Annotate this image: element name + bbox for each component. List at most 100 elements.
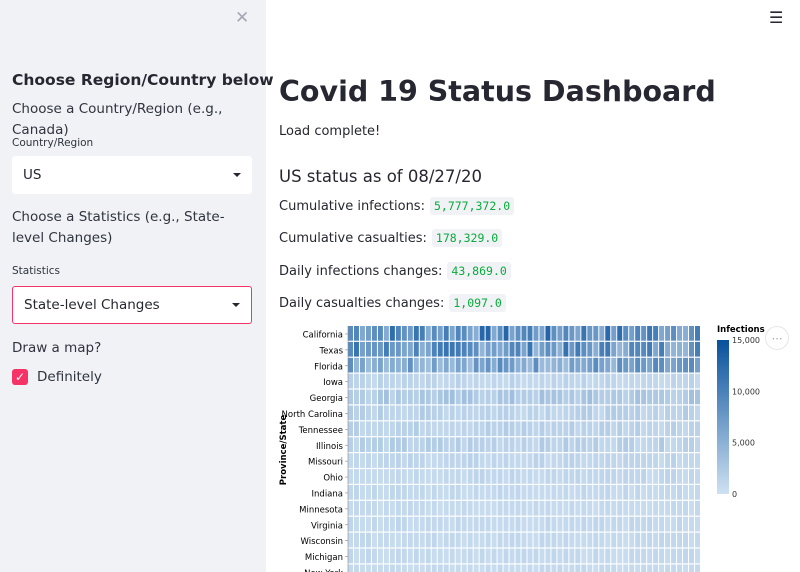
heatmap-cell <box>647 326 653 341</box>
heatmap-cell <box>563 326 569 341</box>
heatmap-cell <box>449 516 455 532</box>
heatmap-cell <box>491 532 497 548</box>
heatmap-cell <box>557 437 563 452</box>
heatmap-cell <box>641 341 647 357</box>
heatmap-cell <box>419 421 425 437</box>
heatmap-cell <box>515 373 521 389</box>
heatmap-cell <box>359 453 365 468</box>
heatmap-cell <box>371 485 377 500</box>
heatmap-cell <box>563 469 569 484</box>
heatmap-cell <box>437 500 443 516</box>
heatmap-cell <box>623 405 629 421</box>
heatmap-cell <box>359 341 365 357</box>
heatmap-cell <box>689 405 695 421</box>
heatmap-cell <box>383 532 389 548</box>
heatmap-cell <box>641 326 647 341</box>
heatmap-cell <box>671 516 677 532</box>
heatmap-cell <box>348 564 353 572</box>
heatmap-cell <box>623 469 629 484</box>
heatmap-cell <box>473 548 479 564</box>
heatmap-cell <box>599 405 605 421</box>
heatmap-cell <box>437 437 443 452</box>
map-checkbox-row[interactable]: ✓ Definitely <box>12 369 102 385</box>
heatmap-cell <box>383 405 389 421</box>
heatmap-cell <box>401 389 407 405</box>
heatmap-cell <box>617 500 623 516</box>
heatmap-cell <box>383 326 389 341</box>
heatmap-cell <box>419 548 425 564</box>
heatmap-cell <box>383 453 389 468</box>
heatmap-cell <box>671 485 677 500</box>
heatmap-cell <box>605 516 611 532</box>
heatmap-cell <box>545 405 551 421</box>
stats-select[interactable]: State-level Changes <box>12 286 252 324</box>
heatmap-cell <box>431 485 437 500</box>
country-select[interactable]: US <box>12 156 252 194</box>
heatmap-cell <box>671 389 677 405</box>
close-icon[interactable]: ✕ <box>235 8 249 28</box>
heatmap-cell <box>545 500 551 516</box>
heatmap-cell <box>515 389 521 405</box>
heatmap-cell <box>389 373 395 389</box>
more-options-icon[interactable]: ⋯ <box>765 326 789 350</box>
heatmap-cell <box>521 421 527 437</box>
heatmap-cell <box>599 548 605 564</box>
heatmap-cell <box>353 373 359 389</box>
heatmap-cell <box>359 485 365 500</box>
heatmap-cell <box>539 469 545 484</box>
heatmap-cell <box>587 405 593 421</box>
heatmap-cell <box>677 326 683 341</box>
heatmap-cell <box>677 500 683 516</box>
heatmap-cell <box>485 373 491 389</box>
heatmap-cell <box>473 421 479 437</box>
heatmap-cell <box>611 469 617 484</box>
checkbox-checked-icon[interactable]: ✓ <box>12 369 28 385</box>
heatmap-cell <box>401 326 407 341</box>
heatmap-cell <box>695 485 700 500</box>
heatmap-cell <box>689 389 695 405</box>
heatmap-cell <box>497 516 503 532</box>
heatmap-cell <box>401 341 407 357</box>
heatmap-cell <box>461 373 467 389</box>
heatmap-cell <box>449 421 455 437</box>
heatmap-cell <box>497 469 503 484</box>
heatmap-cell <box>683 405 689 421</box>
chevron-down-icon <box>232 303 240 307</box>
heatmap-cell <box>509 373 515 389</box>
heatmap-cell <box>581 373 587 389</box>
heatmap-cell <box>665 485 671 500</box>
heatmap-cell <box>353 326 359 341</box>
heatmap-cell <box>413 564 419 572</box>
heatmap-cell <box>545 532 551 548</box>
heatmap-cell <box>455 326 461 341</box>
heatmap-cell <box>389 437 395 452</box>
heatmap-cell <box>641 357 647 373</box>
heatmap-cell <box>473 357 479 373</box>
heatmap-cell <box>401 357 407 373</box>
heatmap-cell <box>695 437 700 452</box>
heatmap-cell <box>563 357 569 373</box>
heatmap-cell <box>581 548 587 564</box>
heatmap-cell <box>377 548 383 564</box>
heatmap-cell <box>635 548 641 564</box>
heatmap-cell <box>479 389 485 405</box>
stat-value: 1,097.0 <box>449 294 506 312</box>
heatmap-cell <box>509 516 515 532</box>
heatmap-cell <box>431 516 437 532</box>
heatmap-cell <box>605 532 611 548</box>
heatmap-cell <box>575 532 581 548</box>
heatmap-cell <box>635 405 641 421</box>
heatmap-cell <box>365 421 371 437</box>
heatmap-cell <box>677 469 683 484</box>
heatmap-cell <box>365 485 371 500</box>
heatmap-cell <box>605 500 611 516</box>
heatmap-cell <box>533 500 539 516</box>
heatmap-cell <box>581 341 587 357</box>
heatmap-cell <box>557 485 563 500</box>
row-label: Iowa <box>323 378 343 388</box>
heatmap-cell <box>407 564 413 572</box>
heatmap-cell <box>545 389 551 405</box>
heatmap-cell <box>503 437 509 452</box>
hamburger-menu-icon[interactable]: ☰ <box>769 8 783 27</box>
heatmap-cell <box>383 485 389 500</box>
